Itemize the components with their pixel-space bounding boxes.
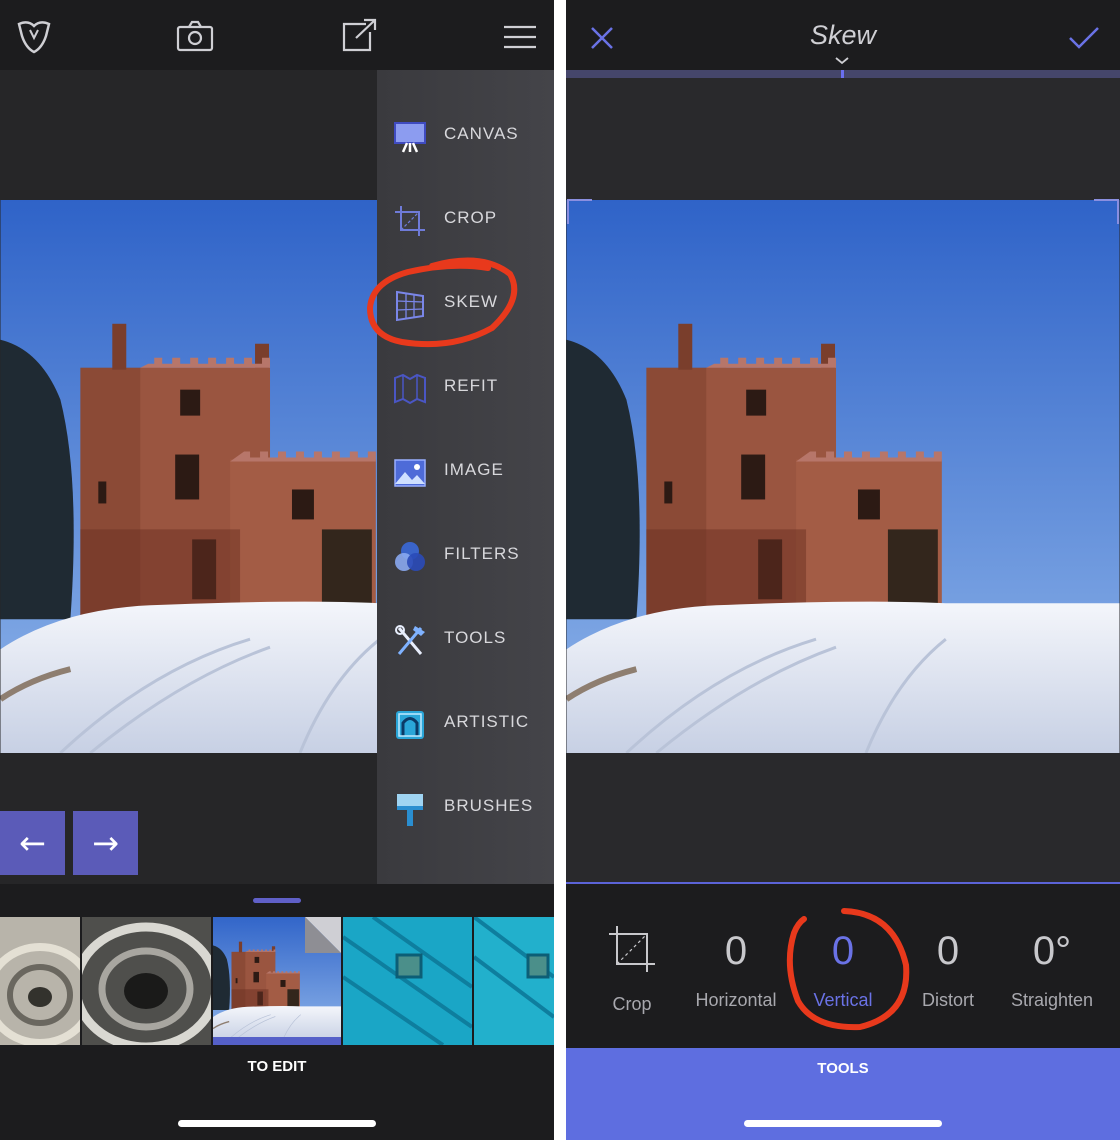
control-label: Vertical <box>813 990 873 1010</box>
control-value: 0° <box>1032 929 1072 973</box>
back-button[interactable]: ← <box>0 811 65 875</box>
adjust-slider-marker[interactable] <box>841 70 844 78</box>
control-value: 0 <box>724 929 748 973</box>
menu-item-brushes[interactable]: BRUSHES <box>377 778 554 838</box>
arrow-left-icon: ← <box>19 824 46 862</box>
menu-label: IMAGE <box>444 460 504 479</box>
control-label: Horizontal <box>695 990 777 1010</box>
camera-icon[interactable] <box>175 16 215 56</box>
side-menu: CANVAS CROP SKEW REFIT IMAGE FILTERS TOO… <box>377 70 554 884</box>
image-icon <box>394 459 426 487</box>
control-value: 0 <box>831 929 855 973</box>
control-value: 0 <box>936 929 960 973</box>
forward-button[interactable]: → <box>73 811 138 875</box>
crop-icon <box>395 206 425 236</box>
menu-item-artistic[interactable]: ARTISTIC <box>377 694 554 754</box>
tray-label: TO EDIT <box>247 1058 307 1075</box>
share-icon[interactable] <box>340 16 380 56</box>
crop-icon <box>609 926 655 972</box>
header: Skew <box>566 0 1120 70</box>
photo-tray: TO EDIT <box>0 884 554 1140</box>
hamburger-menu-icon[interactable] <box>502 16 538 56</box>
menu-item-refit[interactable]: REFIT <box>377 358 554 418</box>
tools-bar[interactable]: TOOLS <box>566 1048 1120 1140</box>
menu-label: TOOLS <box>444 628 507 647</box>
artistic-icon <box>396 711 424 739</box>
control-label: Distort <box>921 990 974 1010</box>
menu-label: CANVAS <box>444 124 519 143</box>
top-bar <box>0 0 554 70</box>
menu-label: BRUSHES <box>444 796 534 815</box>
tools-label: TOOLS <box>817 1060 869 1077</box>
menu-label: SKEW <box>444 292 499 311</box>
thumbnail[interactable] <box>0 917 80 1045</box>
thumbnail[interactable] <box>474 917 554 1045</box>
checkmark-icon[interactable] <box>1068 26 1100 50</box>
refit-icon <box>394 373 426 405</box>
tools-icon <box>395 625 425 655</box>
menu-label: REFIT <box>444 376 499 395</box>
photo-preview <box>0 200 377 753</box>
brushes-icon <box>397 794 423 826</box>
home-indicator[interactable] <box>744 1120 942 1127</box>
tray-handle[interactable] <box>253 898 301 903</box>
page-title: Skew <box>809 20 877 50</box>
menu-label: FILTERS <box>444 544 520 563</box>
app-logo-icon[interactable] <box>14 16 54 56</box>
crop-control[interactable]: Crop <box>602 924 662 1015</box>
distort-control[interactable]: 0 Distort <box>898 924 998 1011</box>
vertical-control[interactable]: 0 Vertical <box>793 924 893 1011</box>
corner-handle-tr[interactable] <box>1094 198 1120 224</box>
thumbnail-selected[interactable] <box>213 917 341 1045</box>
corner-handle-tl[interactable] <box>566 198 592 224</box>
arrow-right-icon: → <box>92 824 119 862</box>
right-panel: Skew Crop 0 Horizontal 0 Vertical 0 Dist… <box>566 0 1120 1140</box>
skew-controls: Crop 0 Horizontal 0 Vertical 0 Distort 0… <box>566 882 1120 1050</box>
menu-label: CROP <box>444 208 498 227</box>
home-indicator[interactable] <box>178 1120 376 1127</box>
filters-icon <box>395 542 425 571</box>
control-label: Straighten <box>1010 990 1094 1010</box>
menu-item-canvas[interactable]: CANVAS <box>377 106 554 166</box>
menu-item-filters[interactable]: FILTERS <box>377 526 554 586</box>
thumbnail[interactable] <box>343 917 472 1045</box>
menu-item-tools[interactable]: TOOLS <box>377 610 554 670</box>
left-panel: CANVAS CROP SKEW REFIT IMAGE FILTERS TOO… <box>0 0 554 1140</box>
horizontal-control[interactable]: 0 Horizontal <box>686 924 786 1011</box>
menu-item-image[interactable]: IMAGE <box>377 442 554 502</box>
page-curl-icon <box>305 917 341 953</box>
menu-item-skew[interactable]: SKEW <box>377 274 554 334</box>
control-label: Crop <box>612 994 652 1014</box>
straighten-control[interactable]: 0° Straighten <box>1002 924 1102 1011</box>
chevron-down-icon[interactable] <box>834 56 850 66</box>
skew-icon <box>396 290 424 322</box>
menu-label: ARTISTIC <box>444 712 530 731</box>
canvas-icon <box>394 122 426 153</box>
thumbnail[interactable] <box>82 917 211 1045</box>
skew-preview <box>566 200 1120 753</box>
menu-item-crop[interactable]: CROP <box>377 190 554 250</box>
